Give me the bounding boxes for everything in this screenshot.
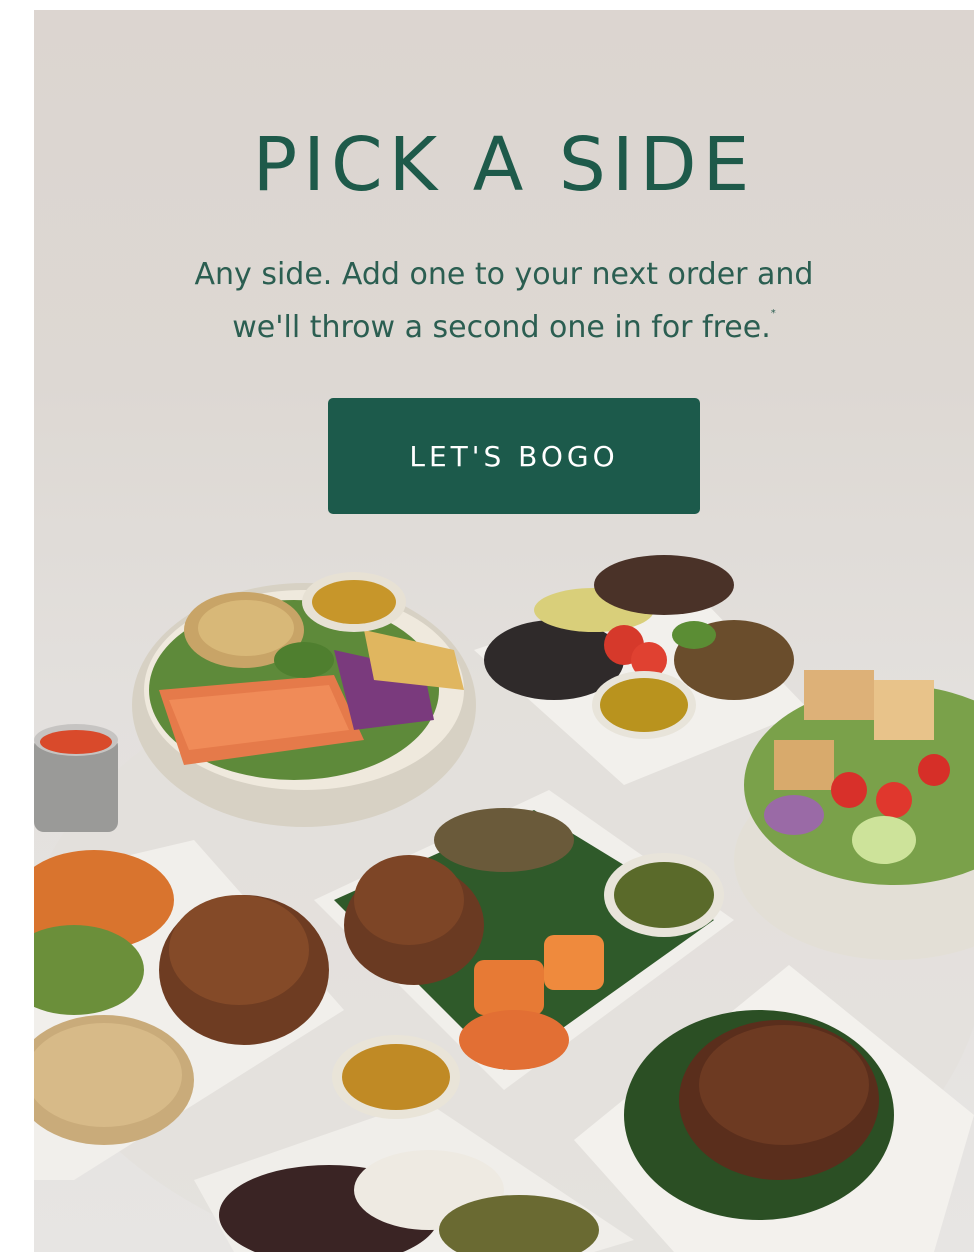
subtext-line-1: Any side. Add one to your next order and xyxy=(194,257,814,292)
headline: PICK A SIDE xyxy=(252,122,756,208)
subtext-line-2: we'll throw a second one in for free.* xyxy=(232,308,776,345)
salmon-bowl xyxy=(132,572,476,827)
lets-bogo-button[interactable]: LET'S BOGO xyxy=(328,398,700,514)
food-photo[interactable] xyxy=(34,540,974,1252)
promo-card: PICK A SIDE Any side. Add one to your ne… xyxy=(34,10,974,1252)
footnote-mark: * xyxy=(770,308,776,319)
hot-sauce-cup xyxy=(34,724,118,832)
